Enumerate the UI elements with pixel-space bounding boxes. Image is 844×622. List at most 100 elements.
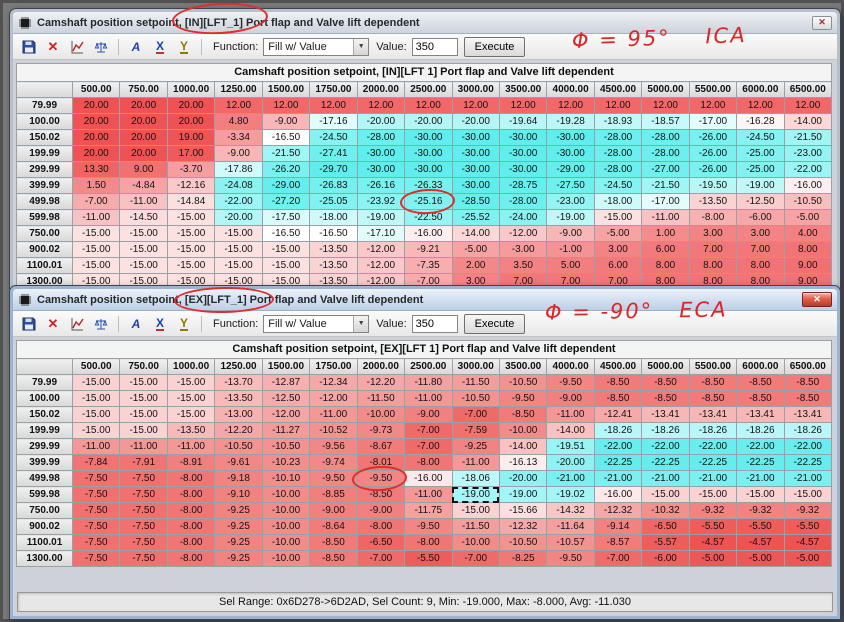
col-header[interactable]: 1000.00 [167,82,214,98]
col-header[interactable]: 2500.00 [405,82,452,98]
map-cell[interactable]: -26.00 [689,146,736,162]
map-cell[interactable]: -15.00 [167,391,214,407]
map-cell[interactable]: 20.00 [73,146,120,162]
row-header[interactable]: 1100.01 [17,258,73,274]
map-cell[interactable]: 12.00 [594,98,641,114]
map-cell[interactable]: -14.84 [167,194,214,210]
map-cell[interactable]: 12.00 [357,98,404,114]
map-cell[interactable]: 20.00 [167,98,214,114]
function-select[interactable]: Fill w/ Value ▼ [263,315,369,333]
map-cell[interactable]: -18.00 [310,210,357,226]
map-cell[interactable]: -15.00 [784,487,831,503]
map-cell[interactable]: -24.08 [215,178,262,194]
map-cell[interactable]: -21.00 [547,471,594,487]
map-cell[interactable]: -15.00 [120,407,167,423]
map-cell[interactable]: -25.05 [310,194,357,210]
map-cell[interactable]: -11.50 [357,391,404,407]
map-cell[interactable]: -11.00 [120,439,167,455]
map-cell[interactable]: -21.00 [784,471,831,487]
map-cell[interactable]: -22.00 [784,162,831,178]
titlebar[interactable]: Camshaft position setpoint, [IN][LFT_1] … [13,12,837,34]
value-input[interactable] [412,315,458,333]
map-cell[interactable]: -19.00 [452,487,499,503]
map-cell[interactable]: -8.50 [357,487,404,503]
row-header[interactable]: 900.02 [17,242,73,258]
map-cell[interactable]: -10.00 [262,503,309,519]
map-cell[interactable]: -9.25 [215,535,262,551]
map-cell[interactable]: -23.00 [784,146,831,162]
map-cell[interactable]: -21.00 [642,471,689,487]
map-cell[interactable]: -11.00 [405,487,452,503]
map-cell[interactable]: -16.00 [594,487,641,503]
x-axis-button[interactable]: X [149,314,171,334]
map-cell[interactable]: -16.00 [405,471,452,487]
table-edit-button[interactable]: A [125,37,147,57]
map-cell[interactable]: -8.00 [167,487,214,503]
map-cell[interactable]: -11.00 [405,391,452,407]
map-cell[interactable]: -10.57 [547,535,594,551]
row-header[interactable]: 79.99 [17,375,73,391]
map-cell[interactable]: 20.00 [120,114,167,130]
map-cell[interactable]: -11.00 [73,439,120,455]
table-edit-button[interactable]: A [125,314,147,334]
col-header[interactable]: 1500.00 [262,82,309,98]
map-cell[interactable]: -13.70 [215,375,262,391]
map-cell[interactable]: -8.50 [642,375,689,391]
map-cell[interactable]: 3.00 [594,242,641,258]
map-cell[interactable]: -9.00 [310,503,357,519]
map-cell[interactable]: -22.25 [594,455,641,471]
map-cell[interactable]: -19.00 [357,210,404,226]
map-cell[interactable]: -15.00 [167,407,214,423]
map-cell[interactable]: -20.00 [452,114,499,130]
map-cell[interactable]: -13.41 [737,407,784,423]
map-cell[interactable]: -10.00 [262,551,309,567]
map-cell[interactable]: -20.00 [547,455,594,471]
map-cell[interactable]: -9.50 [499,391,546,407]
col-header[interactable]: 500.00 [73,359,120,375]
map-cell[interactable]: -23.00 [547,194,594,210]
map-cell[interactable]: -8.00 [167,551,214,567]
map-cell[interactable]: 13.30 [73,162,120,178]
map-cell[interactable]: -12.00 [499,226,546,242]
map-cell[interactable]: -22.00 [784,439,831,455]
map-cell[interactable]: -7.00 [73,194,120,210]
map-cell[interactable]: -16.50 [310,226,357,242]
map-cell[interactable]: -9.50 [547,375,594,391]
map-cell[interactable]: -15.00 [120,375,167,391]
close-button[interactable]: ✕ [812,16,832,30]
map-cell[interactable]: -10.00 [452,535,499,551]
map-cell[interactable]: -11.27 [262,423,309,439]
map-cell[interactable]: -18.57 [642,114,689,130]
map-cell[interactable]: -12.20 [215,423,262,439]
map-cell[interactable]: -10.50 [499,375,546,391]
map-cell[interactable]: -8.50 [499,407,546,423]
map-cell[interactable]: -9.74 [310,455,357,471]
map-cell[interactable]: -9.32 [784,503,831,519]
map-cell[interactable]: -15.00 [120,226,167,242]
col-header[interactable]: 2500.00 [405,359,452,375]
map-cell[interactable]: -27.50 [547,178,594,194]
map-cell[interactable]: -15.00 [120,258,167,274]
map-cell[interactable]: -9.73 [357,423,404,439]
map-cell[interactable]: -12.20 [357,375,404,391]
map-cell[interactable]: -16.13 [499,455,546,471]
map-cell[interactable]: -9.32 [689,503,736,519]
map-cell[interactable]: -8.50 [784,391,831,407]
map-cell[interactable]: 8.00 [784,242,831,258]
map-cell[interactable]: -28.00 [594,146,641,162]
map-cell[interactable]: -15.00 [215,226,262,242]
row-header[interactable]: 599.98 [17,487,73,503]
col-header[interactable]: 6500.00 [784,82,831,98]
map-cell[interactable]: -30.00 [547,130,594,146]
map-cell[interactable]: -24.50 [310,130,357,146]
map-cell[interactable]: -25.00 [737,146,784,162]
row-header[interactable]: 150.02 [17,407,73,423]
map-cell[interactable]: -8.67 [357,439,404,455]
map-cell[interactable]: -5.50 [405,551,452,567]
map-cell[interactable]: -9.25 [215,551,262,567]
map-cell[interactable]: 5.00 [547,258,594,274]
map-cell[interactable]: -10.50 [499,535,546,551]
map-cell[interactable]: -20.00 [357,114,404,130]
map-cell[interactable]: -13.50 [310,258,357,274]
col-header[interactable]: 5500.00 [689,359,736,375]
